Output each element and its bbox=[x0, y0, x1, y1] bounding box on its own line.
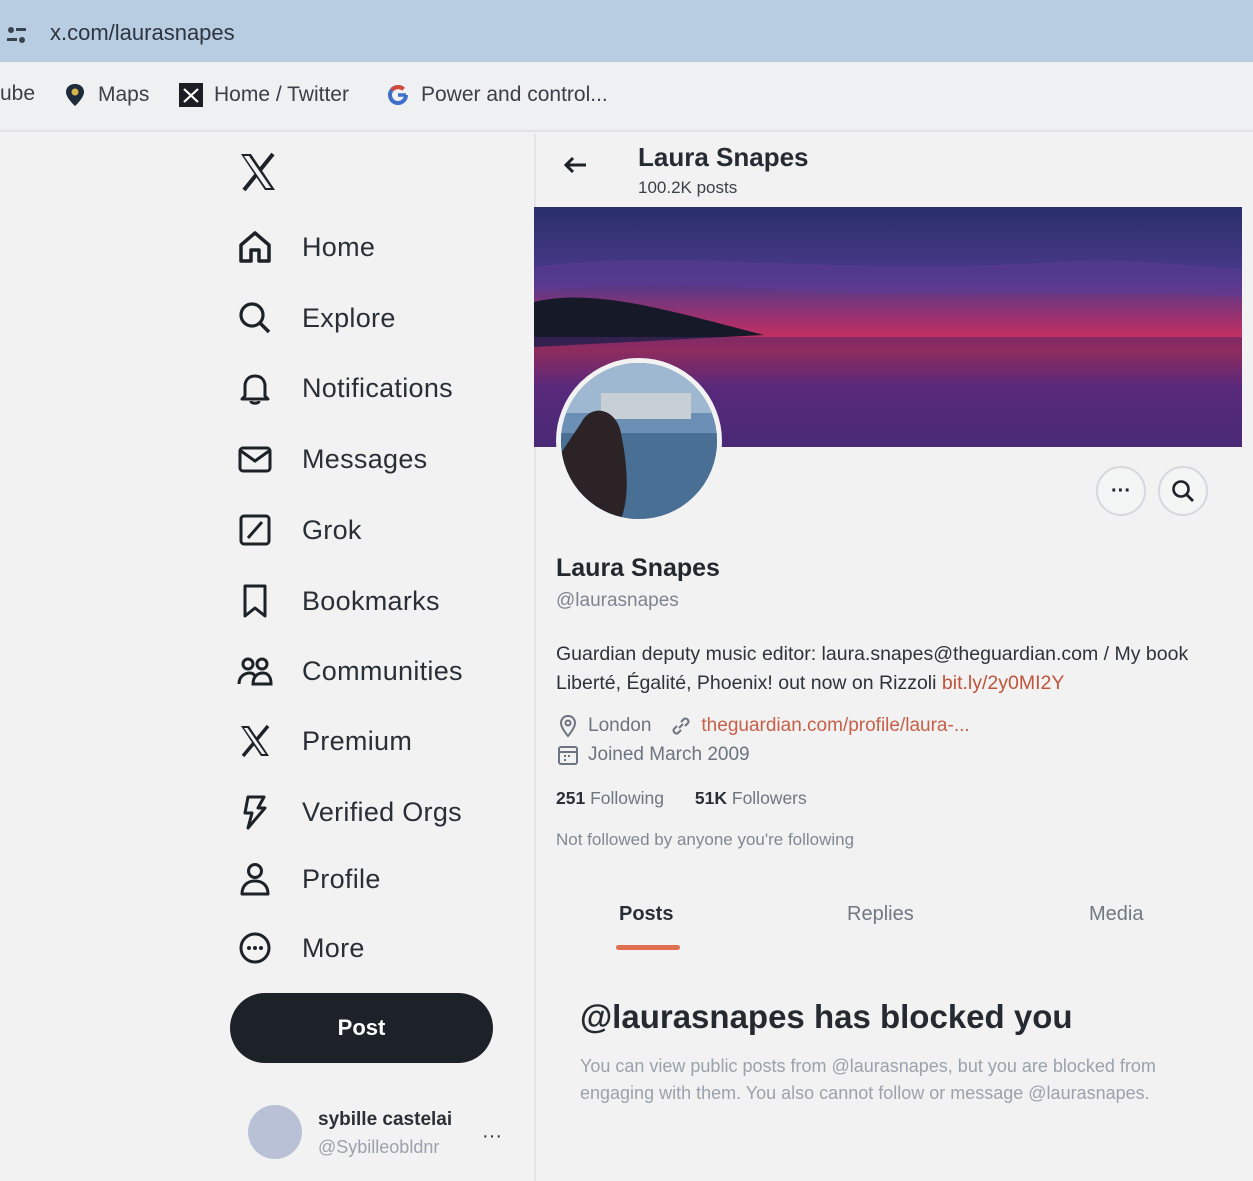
nav-messages[interactable]: Messages bbox=[236, 437, 427, 481]
more-options-button[interactable]: ··· bbox=[1096, 466, 1146, 516]
profile-location: London bbox=[588, 715, 652, 736]
nav-explore[interactable]: Explore bbox=[236, 296, 396, 340]
search-icon bbox=[1172, 480, 1194, 502]
profile-stats: 251 Following 51K Followers bbox=[556, 788, 807, 809]
account-switcher[interactable]: sybille castelai @Sybilleobldnr ··· bbox=[248, 1105, 538, 1165]
profile-joined: Joined March 2009 bbox=[588, 744, 750, 765]
profile-meta-row: London theguardian.com/profile/laura-... bbox=[556, 714, 970, 738]
profile-bio: Guardian deputy music editor: laura.snap… bbox=[556, 640, 1236, 698]
nav-label: Communities bbox=[302, 655, 463, 686]
nav-label: Profile bbox=[302, 863, 381, 894]
nav-label: Notifications bbox=[302, 372, 453, 403]
profile-website-link[interactable]: theguardian.com/profile/laura-... bbox=[701, 715, 969, 737]
tab-replies[interactable]: Replies bbox=[847, 903, 914, 926]
google-icon bbox=[388, 85, 408, 105]
nav-profile[interactable]: Profile bbox=[236, 857, 381, 901]
tab-media[interactable]: Media bbox=[1089, 903, 1143, 926]
person-icon bbox=[240, 863, 270, 896]
profile-name: Laura Snapes bbox=[556, 554, 720, 582]
followers-link[interactable]: 51K Followers bbox=[695, 788, 807, 808]
location-pin-icon bbox=[559, 714, 577, 738]
lightning-icon bbox=[243, 795, 267, 830]
profile-joined-row: Joined March 2009 bbox=[556, 743, 750, 767]
account-name: sybille castelai bbox=[318, 1109, 453, 1130]
nav-communities[interactable]: Communities bbox=[236, 649, 463, 693]
nav-label: Home bbox=[302, 231, 376, 262]
x-logo-icon[interactable] bbox=[236, 150, 280, 194]
twitter-favicon-icon bbox=[179, 83, 203, 107]
account-handle: @Sybilleobldnr bbox=[318, 1137, 440, 1157]
calendar-icon bbox=[558, 746, 578, 765]
site-settings-icon[interactable] bbox=[4, 22, 30, 48]
tab-posts[interactable]: Posts bbox=[619, 903, 673, 926]
bookmark-label: Maps bbox=[98, 83, 150, 106]
envelope-icon bbox=[238, 446, 272, 473]
bookmark-youtube[interactable]: ube bbox=[0, 82, 35, 106]
nav-label: Grok bbox=[302, 514, 362, 545]
more-circle-icon bbox=[239, 932, 271, 964]
bookmark-label: Power and control... bbox=[421, 83, 608, 106]
search-icon bbox=[239, 302, 271, 334]
bio-text: Guardian deputy music editor: laura.snap… bbox=[556, 643, 1189, 694]
nav-label: Verified Orgs bbox=[302, 796, 462, 827]
blocked-message: You can view public posts from @laurasna… bbox=[580, 1056, 1156, 1103]
nav-grok[interactable]: Grok bbox=[236, 508, 362, 552]
bookmark-label: ube bbox=[0, 82, 36, 105]
x-premium-icon bbox=[241, 724, 270, 758]
profile-photo bbox=[561, 363, 717, 519]
active-tab-indicator bbox=[616, 945, 680, 950]
avatar bbox=[248, 1105, 302, 1159]
grok-icon bbox=[239, 514, 271, 546]
profile-avatar[interactable] bbox=[556, 358, 722, 524]
nav-verified-orgs[interactable]: Verified Orgs bbox=[236, 790, 462, 834]
back-arrow-icon[interactable] bbox=[560, 150, 590, 180]
nav-label: Bookmarks bbox=[302, 585, 440, 616]
bookmark-power-and-control[interactable]: Power and control... bbox=[385, 82, 608, 108]
nav-label: Premium bbox=[302, 725, 413, 756]
bookmark-icon bbox=[243, 584, 267, 618]
bookmark-maps[interactable]: Maps bbox=[62, 82, 149, 108]
blocked-title: @laurasnapes has blocked you bbox=[580, 998, 1073, 1035]
not-followed-note: Not followed by anyone you're following bbox=[556, 830, 855, 849]
post-button[interactable]: Post bbox=[230, 993, 493, 1063]
more-dots-icon: ··· bbox=[1111, 479, 1131, 502]
bio-link[interactable]: bit.ly/2y0MI2Y bbox=[942, 672, 1064, 694]
communities-icon bbox=[237, 657, 273, 686]
account-more-icon[interactable]: ··· bbox=[482, 1125, 502, 1148]
bookmark-home-twitter[interactable]: Home / Twitter bbox=[178, 82, 349, 108]
nav-premium[interactable]: Premium bbox=[236, 719, 412, 763]
nav-label: Messages bbox=[302, 443, 428, 474]
nav-bookmarks[interactable]: Bookmarks bbox=[236, 579, 440, 623]
bookmark-label: Home / Twitter bbox=[214, 83, 349, 106]
maps-pin-icon bbox=[66, 84, 84, 106]
nav-home[interactable]: Home bbox=[236, 225, 375, 269]
header-posts-count: 100.2K posts bbox=[638, 178, 738, 197]
nav-label: More bbox=[302, 932, 365, 963]
profile-handle: @laurasnapes bbox=[556, 590, 679, 611]
nav-more[interactable]: More bbox=[236, 926, 365, 970]
search-profile-button[interactable] bbox=[1158, 466, 1208, 516]
home-icon bbox=[239, 231, 271, 263]
nav-notifications[interactable]: Notifications bbox=[236, 366, 453, 410]
link-icon bbox=[672, 717, 690, 735]
nav-label: Explore bbox=[302, 302, 396, 333]
following-link[interactable]: 251 Following bbox=[556, 788, 664, 808]
bell-icon bbox=[240, 374, 270, 405]
header-title: Laura Snapes bbox=[638, 142, 809, 172]
browser-address-bar[interactable]: x.com/laurasnapes bbox=[0, 0, 1253, 62]
url-text[interactable]: x.com/laurasnapes bbox=[50, 20, 235, 46]
